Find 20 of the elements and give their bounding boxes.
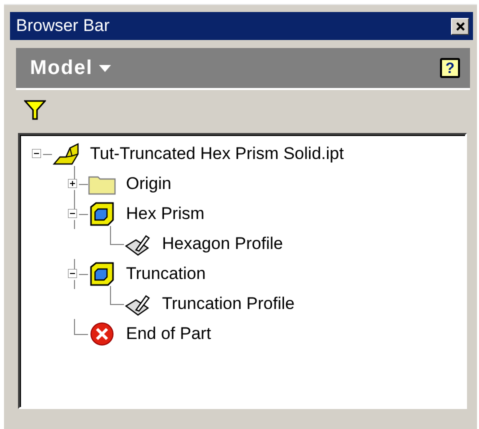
box-icon bbox=[88, 202, 116, 226]
window-title: Browser Bar bbox=[16, 16, 110, 36]
caret-icon bbox=[98, 64, 111, 72]
expander[interactable] bbox=[68, 208, 79, 220]
expander[interactable] bbox=[68, 178, 79, 190]
tree-item[interactable]: Truncation Profile bbox=[162, 294, 295, 314]
expander[interactable] bbox=[68, 268, 79, 280]
tree-item[interactable]: Hex Prism bbox=[126, 204, 204, 224]
tree-item[interactable]: End of Part bbox=[126, 324, 212, 344]
tree-item[interactable]: Truncation bbox=[126, 264, 206, 284]
expander[interactable] bbox=[32, 148, 43, 160]
close-icon bbox=[456, 22, 464, 30]
box-icon bbox=[88, 262, 116, 286]
tree-item[interactable]: Origin bbox=[126, 174, 172, 194]
help-button[interactable]: ? bbox=[440, 58, 460, 78]
model-dropdown[interactable]: Model bbox=[30, 56, 111, 80]
tree-item[interactable]: Hexagon Profile bbox=[162, 234, 283, 254]
close-button[interactable] bbox=[451, 18, 469, 34]
filter-icon[interactable] bbox=[24, 100, 46, 120]
tree-item[interactable]: Tut-Truncated Hex Prism Solid.ipt bbox=[90, 144, 344, 164]
